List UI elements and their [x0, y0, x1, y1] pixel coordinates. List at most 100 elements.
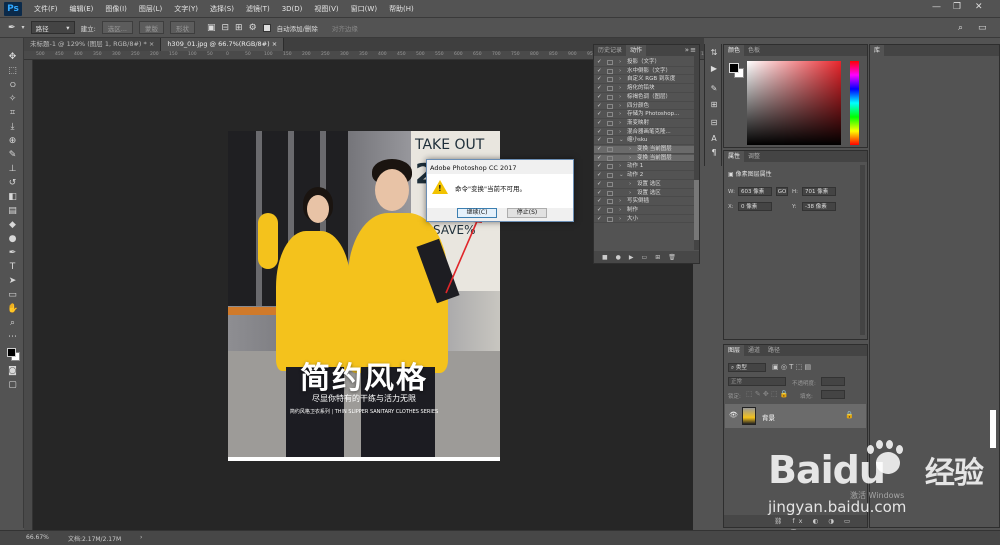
- new-set-icon[interactable]: ▭: [642, 254, 648, 261]
- page-scrollbar-thumb[interactable]: [990, 410, 996, 448]
- action-toggle-check[interactable]: ✓: [597, 146, 602, 154]
- tab-swatches[interactable]: 色板: [744, 45, 764, 56]
- chevron-right-icon[interactable]: ›: [619, 68, 621, 76]
- action-item[interactable]: ✓ › 渐变映射: [594, 120, 699, 128]
- selection-button[interactable]: 选区...: [101, 21, 133, 34]
- action-toggle-check[interactable]: ✓: [597, 68, 602, 76]
- rectangle-tool-icon[interactable]: ▭: [7, 290, 18, 301]
- path-ops-icon[interactable]: ▣: [207, 23, 216, 33]
- menu-help[interactable]: 帮助(H): [383, 4, 420, 14]
- healing-tool-icon[interactable]: ⊕: [7, 136, 18, 147]
- action-item[interactable]: ✓ › 变换 当前图层: [594, 146, 699, 154]
- color-spectrum[interactable]: [747, 61, 841, 145]
- action-toggle-check[interactable]: ✓: [597, 111, 602, 119]
- chevron-right-icon[interactable]: ›: [619, 76, 621, 84]
- tab-layers[interactable]: 图层: [724, 345, 745, 356]
- menu-edit[interactable]: 编辑(E): [64, 4, 100, 14]
- blur-tool-icon[interactable]: ◆: [7, 220, 18, 231]
- y-field[interactable]: -38 像素: [802, 202, 836, 211]
- chevron-down-icon[interactable]: ⌄: [619, 137, 624, 145]
- action-item[interactable]: ✓ › 大小: [594, 216, 699, 224]
- foreground-color-swatch[interactable]: [7, 348, 16, 357]
- tab-channels[interactable]: 通道: [744, 345, 764, 356]
- gear-icon[interactable]: ⚙: [249, 23, 257, 33]
- adjust-panel-icon[interactable]: ⊟: [709, 118, 719, 128]
- dialog-toggle-box[interactable]: [607, 86, 613, 92]
- zoom-tool-icon[interactable]: ⌕: [7, 318, 18, 329]
- actions-panel-icon[interactable]: ▶: [709, 64, 719, 74]
- brush-tool-icon[interactable]: ✎: [7, 150, 18, 161]
- path-select-tool-icon[interactable]: ➤: [7, 276, 18, 287]
- menu-select[interactable]: 选择(S): [204, 4, 240, 14]
- action-item[interactable]: ✓ ⌄ 缩小sku: [594, 137, 699, 146]
- dialog-toggle-box[interactable]: [607, 181, 613, 187]
- menu-3d[interactable]: 3D(D): [276, 5, 309, 13]
- tab-actions[interactable]: 动作: [626, 45, 647, 56]
- action-toggle-check[interactable]: ✓: [597, 216, 602, 224]
- magic-wand-tool-icon[interactable]: ✧: [7, 94, 18, 105]
- close-tab-icon[interactable]: ×: [149, 40, 154, 48]
- action-item[interactable]: ✓ › 熔化的铅块: [594, 85, 699, 93]
- dialog-toggle-box[interactable]: [607, 94, 613, 100]
- pen-tool-icon[interactable]: ✒: [8, 23, 16, 33]
- dialog-toggle-box[interactable]: [607, 60, 613, 65]
- chevron-right-icon[interactable]: ›: [619, 216, 621, 224]
- auto-add-delete-checkbox[interactable]: [262, 23, 271, 32]
- chevron-right-icon[interactable]: ›: [619, 59, 621, 67]
- dialog-toggle-box[interactable]: [607, 216, 613, 222]
- dialog-toggle-box[interactable]: [607, 164, 613, 170]
- eraser-tool-icon[interactable]: ◧: [7, 192, 18, 203]
- stamp-tool-icon[interactable]: ⊥: [7, 164, 18, 175]
- brush-panel-icon[interactable]: ✎: [709, 84, 719, 94]
- chevron-down-icon[interactable]: ⌄: [619, 172, 624, 180]
- action-item[interactable]: ✓ › 变换 当前图层: [594, 154, 699, 163]
- dialog-toggle-box[interactable]: [607, 103, 613, 109]
- search-icon[interactable]: ⌕: [958, 23, 963, 33]
- quick-mask-icon[interactable]: ◙: [7, 366, 18, 377]
- chevron-right-icon[interactable]: ›: [629, 146, 631, 154]
- path-align-icon[interactable]: ⊟: [221, 23, 229, 33]
- chevron-right-icon[interactable]: ›: [619, 198, 621, 206]
- gradient-tool-icon[interactable]: ▤: [7, 206, 18, 217]
- layer-background-row[interactable]: 👁 背景 🔒: [725, 404, 866, 428]
- new-action-icon[interactable]: ⊞: [655, 254, 660, 261]
- tab-h309[interactable]: h309_01.jpg @ 66.7%(RGB/8#) ×: [161, 38, 285, 51]
- zoom-level[interactable]: 66.67%: [26, 534, 49, 541]
- tool-preset-chevron-icon[interactable]: ▾: [22, 24, 25, 31]
- history-brush-tool-icon[interactable]: ↺: [7, 178, 18, 189]
- dialog-toggle-box[interactable]: [607, 155, 613, 161]
- dialog-toggle-box[interactable]: [607, 199, 613, 205]
- hue-slider[interactable]: [850, 61, 859, 145]
- action-item[interactable]: ✓ › 水中倒影（文字）: [594, 68, 699, 76]
- action-item[interactable]: ✓ › 存储为 Photoshop...: [594, 111, 699, 119]
- pen-tool-icon[interactable]: ✒: [7, 248, 18, 259]
- lock-icon[interactable]: 🔒: [845, 411, 854, 419]
- dodge-tool-icon[interactable]: ●: [7, 234, 18, 245]
- link-icon[interactable]: GO: [776, 187, 788, 196]
- menu-filter[interactable]: 滤镜(T): [240, 4, 276, 14]
- eye-icon[interactable]: 👁: [729, 411, 738, 419]
- move-tool-icon[interactable]: ✥: [7, 52, 18, 63]
- action-item[interactable]: ✓ › 制作: [594, 207, 699, 215]
- workspace-icon[interactable]: ▭: [978, 23, 987, 33]
- dialog-toggle-box[interactable]: [607, 129, 613, 135]
- dialog-toggle-box[interactable]: [607, 147, 613, 152]
- close-icon[interactable]: ✕: [975, 2, 983, 12]
- menu-type[interactable]: 文字(Y): [168, 4, 204, 14]
- actions-scrollbar[interactable]: [694, 56, 699, 250]
- chevron-right-icon[interactable]: ›: [619, 129, 621, 137]
- action-toggle-check[interactable]: ✓: [597, 129, 602, 137]
- dialog-toggle-box[interactable]: [607, 207, 613, 213]
- path-arrange-icon[interactable]: ⊞: [235, 23, 243, 33]
- trash-icon[interactable]: 🗑: [668, 254, 676, 261]
- action-toggle-check[interactable]: ✓: [597, 172, 602, 180]
- action-toggle-check[interactable]: ✓: [597, 85, 602, 93]
- action-item[interactable]: ✓ › 四分颜色: [594, 103, 699, 111]
- action-toggle-check[interactable]: ✓: [597, 59, 602, 67]
- actions-scrollbar-thumb[interactable]: [694, 180, 699, 240]
- action-item[interactable]: ✓ › 设置 选区: [594, 181, 699, 189]
- menu-view[interactable]: 视图(V): [308, 4, 344, 14]
- panel-menu-icon[interactable]: ≡: [690, 46, 696, 54]
- action-item[interactable]: ✓ › 写实倒插: [594, 198, 699, 206]
- path-mode-select[interactable]: 路径 ▾: [30, 21, 75, 34]
